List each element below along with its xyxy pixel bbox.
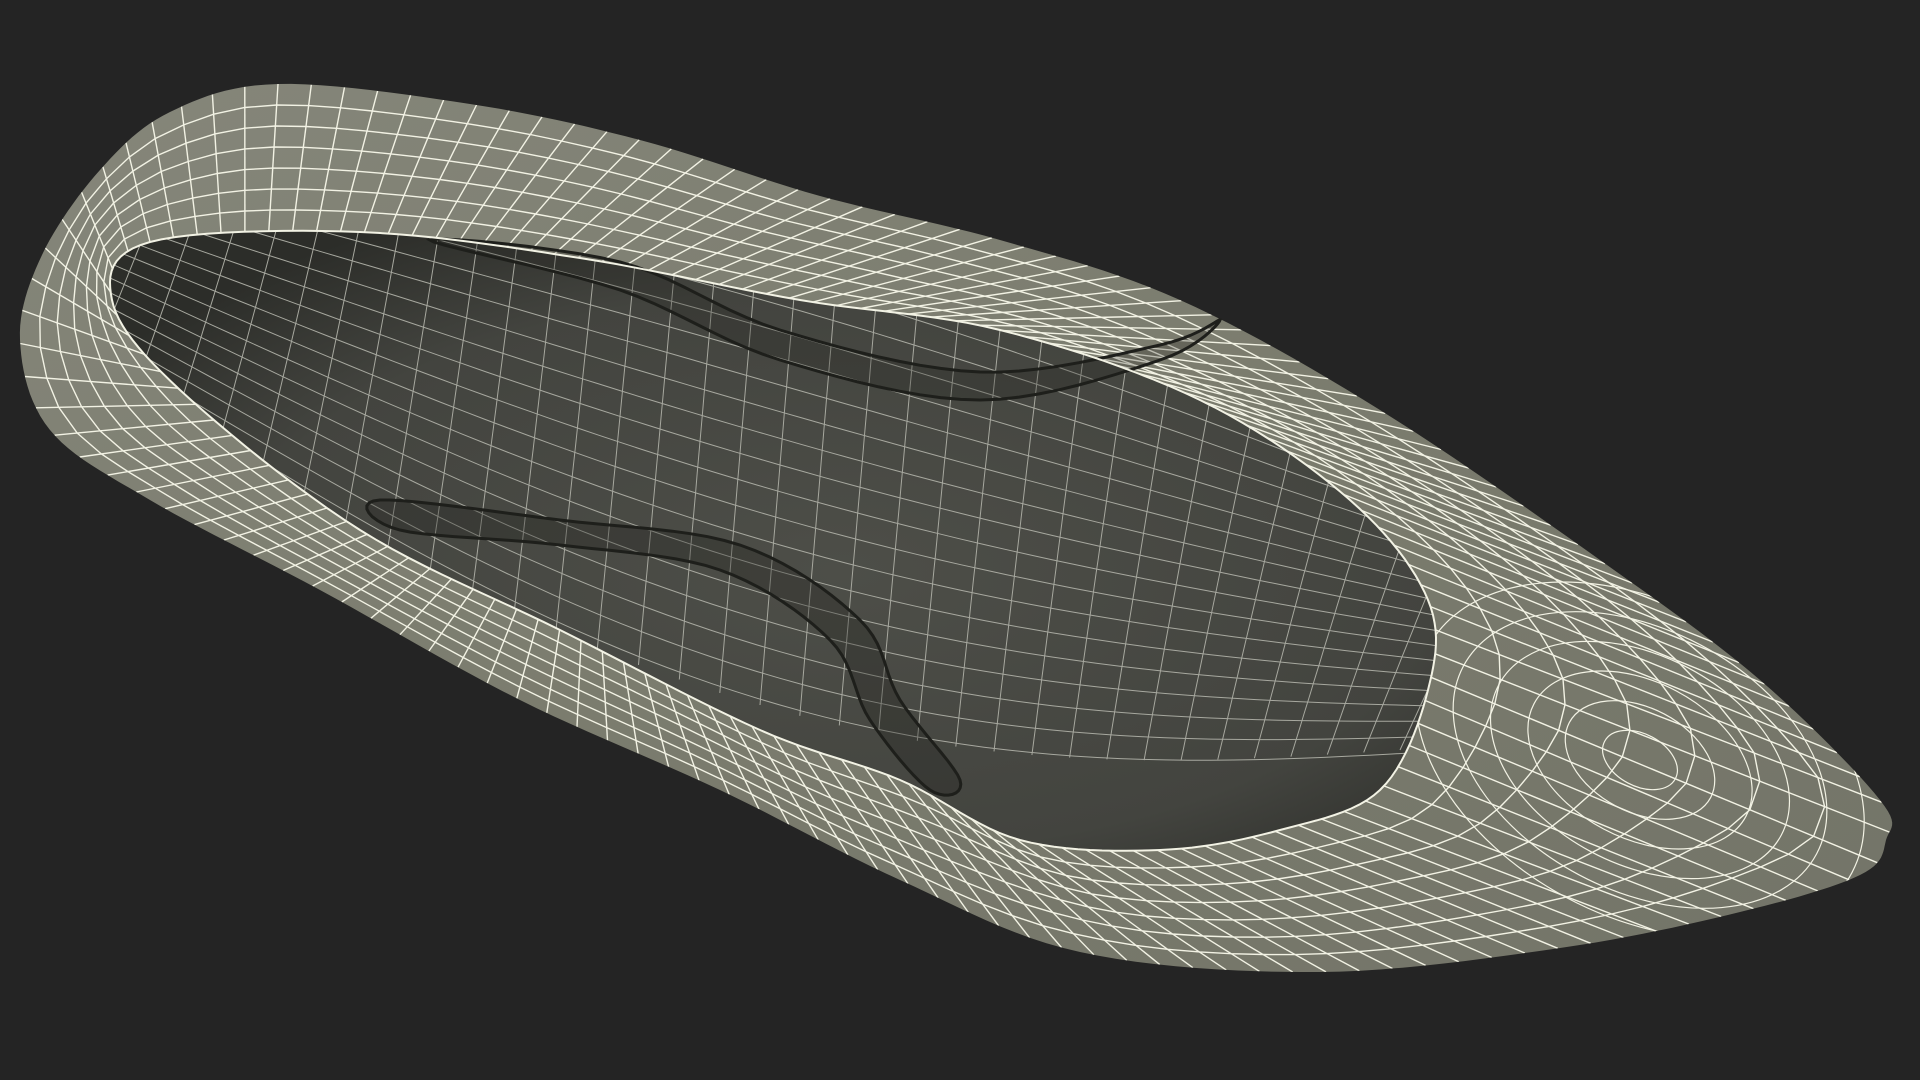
render-viewport [0,0,1920,1080]
shoe-render [19,83,1893,972]
shoe-model [19,83,1893,972]
